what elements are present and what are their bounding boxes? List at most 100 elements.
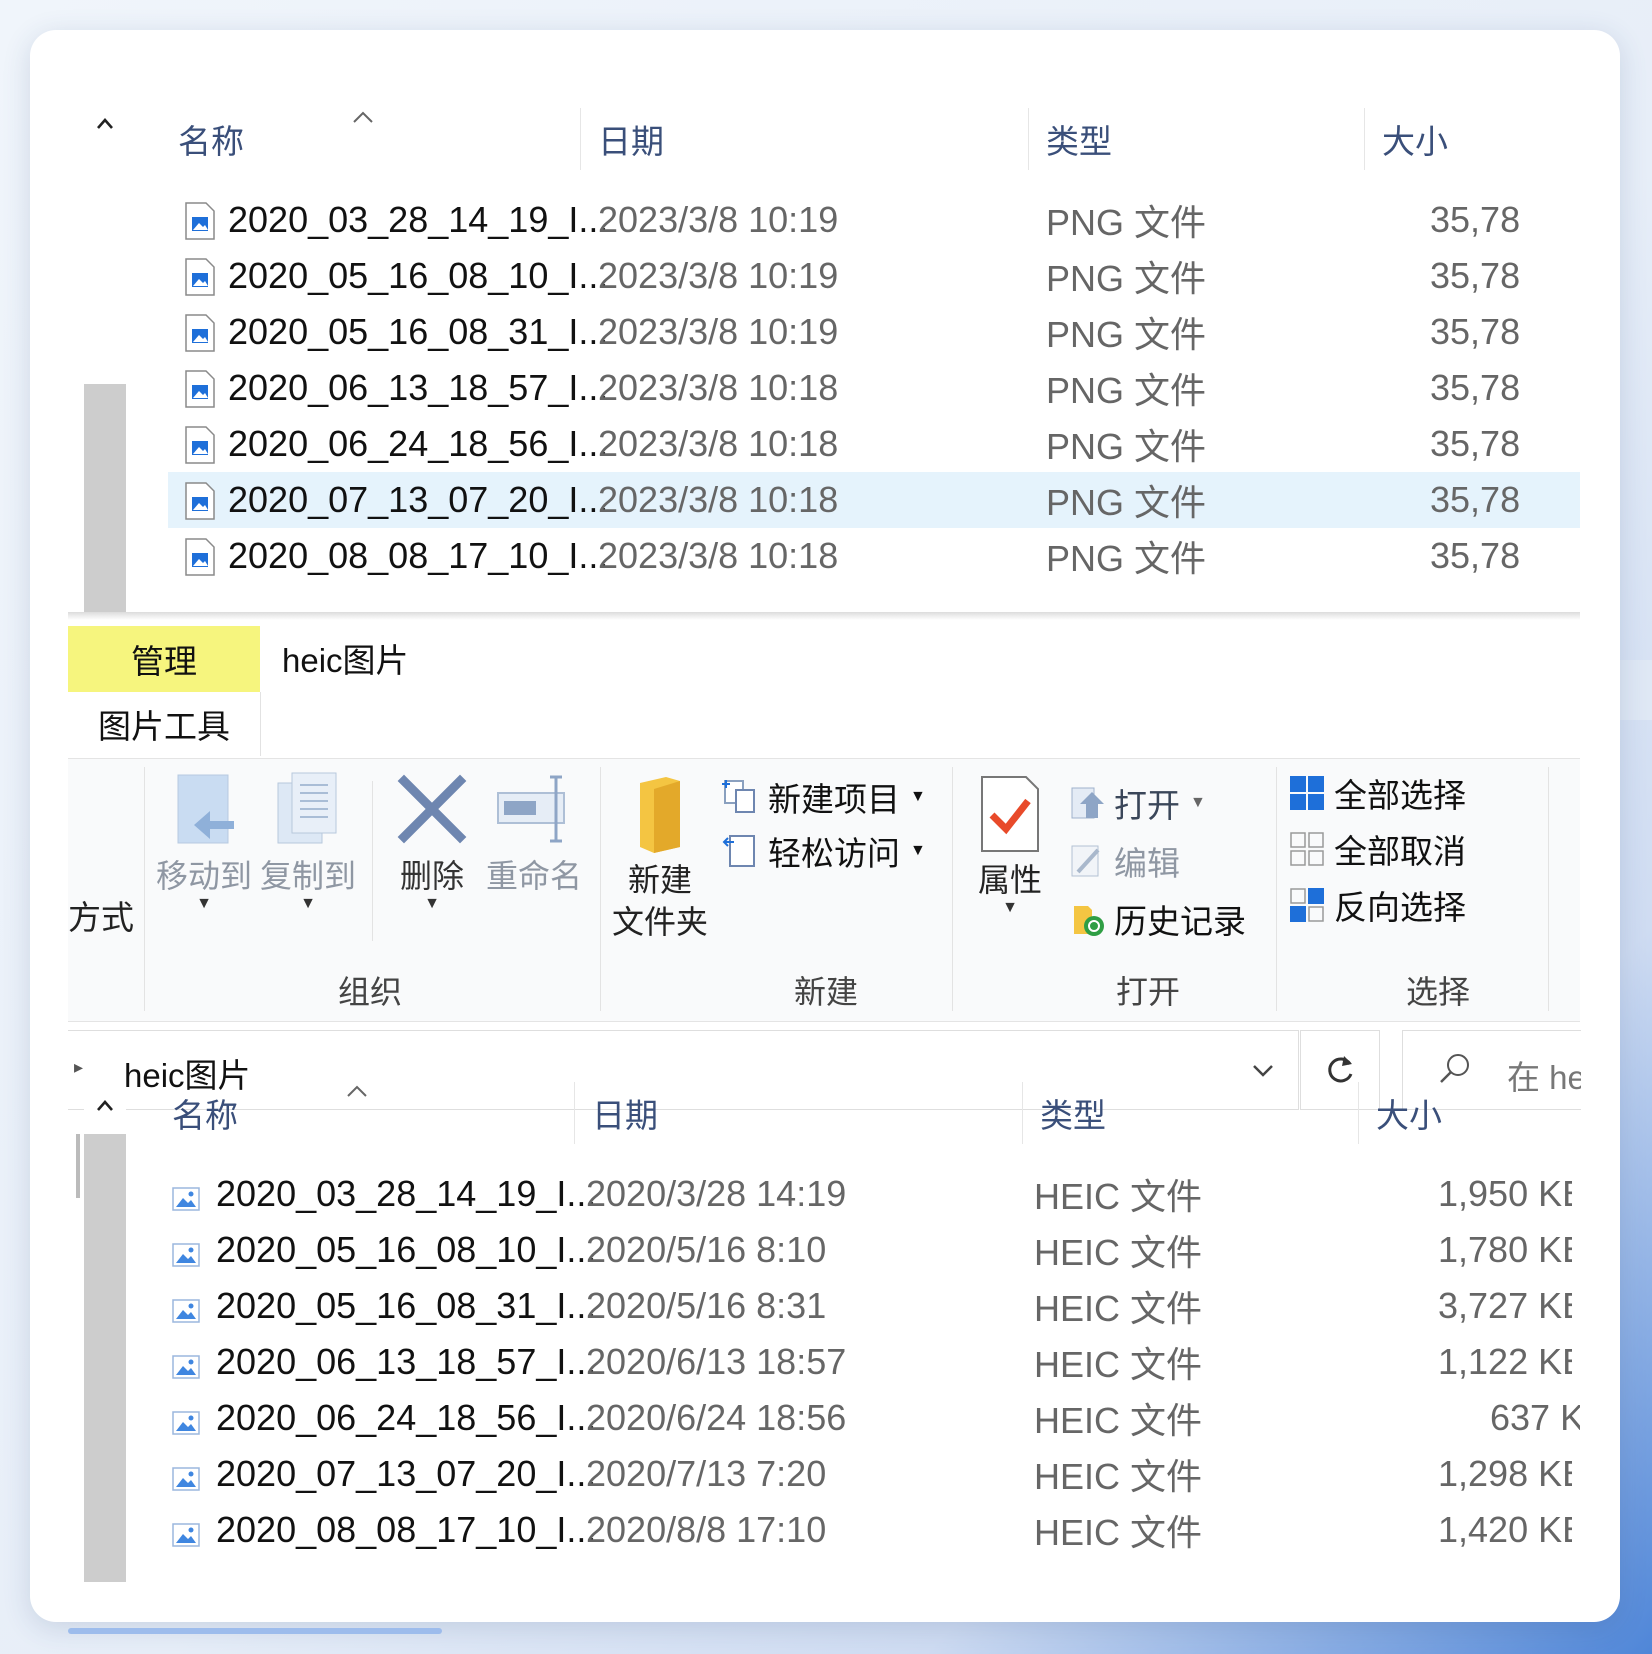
- file-type: HEIC 文件: [1034, 1344, 1203, 1385]
- file-name[interactable]: 2020_05_16_08_10_I...: [216, 1229, 596, 1271]
- table-row[interactable]: 2020_05_16_08_10_I... 2023/3/8 10:19 PNG 文…: [168, 248, 1580, 304]
- file-date: 2020/8/8 17:10: [586, 1509, 827, 1550]
- column-separator[interactable]: [574, 1082, 575, 1144]
- file-type: HEIC 文件: [1034, 1176, 1203, 1217]
- tab-manage[interactable]: 管理: [68, 626, 260, 692]
- invert-selection-icon: [1290, 888, 1324, 922]
- png-image-file-icon: [184, 538, 216, 576]
- open-button[interactable]: 打开 ▼: [1068, 779, 1206, 827]
- history-icon: [1074, 906, 1104, 936]
- column-header-date[interactable]: 日期: [598, 102, 664, 176]
- horizontal-scroll-indicator[interactable]: [68, 1628, 442, 1634]
- column-separator[interactable]: [1022, 1082, 1023, 1144]
- file-size: 35,78: [1430, 199, 1521, 240]
- file-name[interactable]: 2020_03_28_14_19_I...: [216, 1173, 596, 1215]
- table-row[interactable]: 2020_03_28_14_19_I... 2020/3/28 14:19 HEIC…: [162, 1166, 1580, 1222]
- column-separator[interactable]: [580, 108, 581, 170]
- file-name[interactable]: 2020_06_13_18_57_I...: [228, 367, 608, 409]
- tab-picture-tools[interactable]: 图片工具: [68, 692, 261, 756]
- file-size: 1,122 KB: [1438, 1341, 1572, 1382]
- top-vertical-scrollbar[interactable]: [84, 102, 126, 616]
- scrollbar-thumb[interactable]: [84, 384, 126, 616]
- file-name[interactable]: 2020_08_08_17_10_I...: [228, 535, 608, 577]
- file-name[interactable]: 2020_03_28_14_19_I...: [228, 199, 608, 241]
- file-type: PNG 文件: [1046, 314, 1207, 355]
- table-row[interactable]: 2020_08_08_17_10_I... 2023/3/8 10:18 PNG 文…: [168, 528, 1580, 584]
- column-separator[interactable]: [1028, 108, 1029, 170]
- edit-button[interactable]: 编辑: [1068, 837, 1180, 885]
- file-date: 2020/6/24 18:56: [586, 1397, 847, 1438]
- scroll-up-arrow-icon[interactable]: [84, 1084, 126, 1128]
- file-name[interactable]: 2020_08_08_17_10_I...: [216, 1509, 596, 1551]
- copy-to-button[interactable]: 复制到 ▼: [260, 769, 356, 912]
- table-row[interactable]: 2020_07_13_07_20_I... 2023/3/8 10:18 PNG 文…: [168, 472, 1580, 528]
- file-date: 2020/5/16 8:31: [586, 1285, 827, 1326]
- edit-label: 编辑: [1114, 845, 1180, 882]
- column-separator[interactable]: [1358, 1082, 1359, 1144]
- dropdown-arrow-icon: ▼: [300, 895, 316, 912]
- new-folder-button[interactable]: 新建 文件夹: [608, 773, 712, 943]
- column-header-type[interactable]: 类型: [1040, 1076, 1106, 1150]
- ribbon-separator: [600, 767, 601, 1011]
- ribbon-partial-label[interactable]: 方式: [68, 891, 134, 939]
- top-file-list: 名称 日期 类型 大小 2020_03_28_14_19_I... 2023/3/…: [68, 68, 1580, 616]
- new-item-button[interactable]: 新建项目 ▼: [722, 773, 926, 821]
- table-row[interactable]: 2020_07_13_07_20_I... 2020/7/13 7:20 HEIC …: [162, 1446, 1580, 1502]
- properties-label: 属性: [977, 862, 1042, 898]
- table-row[interactable]: 2020_06_24_18_56_I... 2020/6/24 18:56 HEIC…: [162, 1390, 1580, 1446]
- move-to-button[interactable]: 移动到 ▼: [156, 769, 252, 912]
- pane-divider: [68, 612, 1580, 620]
- file-name[interactable]: 2020_05_16_08_10_I...: [228, 255, 608, 297]
- table-row[interactable]: 2020_05_16_08_31_I... 2020/5/16 8:31 HEIC …: [162, 1278, 1580, 1334]
- rename-button[interactable]: 重命名: [484, 769, 584, 897]
- file-type: PNG 文件: [1046, 370, 1207, 411]
- column-header-name[interactable]: 名称: [172, 1076, 238, 1150]
- column-header-name[interactable]: 名称: [178, 102, 244, 176]
- easy-access-button[interactable]: 轻松访问 ▼: [722, 827, 926, 875]
- new-folder-label-line1: 新建: [627, 862, 692, 898]
- png-image-file-icon: [184, 482, 216, 520]
- properties-button[interactable]: 属性 ▼: [962, 773, 1058, 916]
- scroll-edge-line: [76, 1134, 80, 1198]
- table-row[interactable]: 2020_06_13_18_57_I... 2020/6/13 18:57 HEIC…: [162, 1334, 1580, 1390]
- bottom-vertical-scrollbar[interactable]: [76, 1084, 126, 1582]
- heic-image-file-icon: [172, 1460, 200, 1491]
- table-row[interactable]: 2020_06_13_18_57_I... 2023/3/8 10:18 PNG 文…: [168, 360, 1580, 416]
- column-header-size[interactable]: 大小: [1376, 1076, 1442, 1150]
- file-name[interactable]: 2020_05_16_08_31_I...: [216, 1285, 596, 1327]
- scrollbar-thumb[interactable]: [84, 1134, 126, 1582]
- table-row[interactable]: 2020_08_08_17_10_I... 2020/8/8 17:10 HEIC …: [162, 1502, 1580, 1558]
- table-row[interactable]: 2020_05_16_08_10_I... 2020/5/16 8:10 HEIC …: [162, 1222, 1580, 1278]
- file-size: 35,78: [1430, 255, 1521, 296]
- delete-button[interactable]: 删除 ▼: [386, 769, 478, 912]
- history-label: 历史记录: [1114, 903, 1246, 940]
- table-row[interactable]: 2020_03_28_14_19_I... 2023/3/8 10:19 PNG 文…: [168, 192, 1580, 248]
- file-name[interactable]: 2020_05_16_08_31_I...: [228, 311, 608, 353]
- table-row[interactable]: 2020_06_24_18_56_I... 2023/3/8 10:18 PNG 文…: [168, 416, 1580, 472]
- table-row[interactable]: 2020_05_16_08_31_I... 2023/3/8 10:19 PNG 文…: [168, 304, 1580, 360]
- file-date: 2023/3/8 10:18: [598, 535, 839, 576]
- file-name[interactable]: 2020_06_24_18_56_I...: [216, 1397, 596, 1439]
- scroll-up-arrow-icon[interactable]: [84, 102, 126, 146]
- file-size: 35,78: [1430, 367, 1521, 408]
- file-name[interactable]: 2020_06_24_18_56_I...: [228, 423, 608, 465]
- column-separator[interactable]: [1364, 108, 1365, 170]
- file-type: HEIC 文件: [1034, 1232, 1203, 1273]
- select-none-label: 全部取消: [1334, 833, 1466, 870]
- invert-selection-button[interactable]: 反向选择: [1288, 881, 1466, 929]
- select-all-button[interactable]: 全部选择: [1288, 769, 1466, 817]
- select-none-button[interactable]: 全部取消: [1288, 825, 1466, 873]
- history-button[interactable]: 历史记录: [1068, 895, 1246, 943]
- file-name[interactable]: 2020_07_13_07_20_I...: [228, 479, 608, 521]
- file-name[interactable]: 2020_07_13_07_20_I...: [216, 1453, 596, 1495]
- column-header-date[interactable]: 日期: [592, 1076, 658, 1150]
- easy-access-icon: [722, 835, 755, 867]
- png-image-file-icon: [184, 370, 216, 408]
- file-type: PNG 文件: [1046, 258, 1207, 299]
- ribbon-separator: [1276, 767, 1277, 1011]
- column-header-size[interactable]: 大小: [1382, 102, 1448, 176]
- png-image-file-icon: [184, 314, 216, 352]
- column-header-type[interactable]: 类型: [1046, 102, 1112, 176]
- file-name[interactable]: 2020_06_13_18_57_I...: [216, 1341, 596, 1383]
- bottom-file-rows: 2020_03_28_14_19_I... 2020/3/28 14:19 HEIC…: [162, 1166, 1580, 1558]
